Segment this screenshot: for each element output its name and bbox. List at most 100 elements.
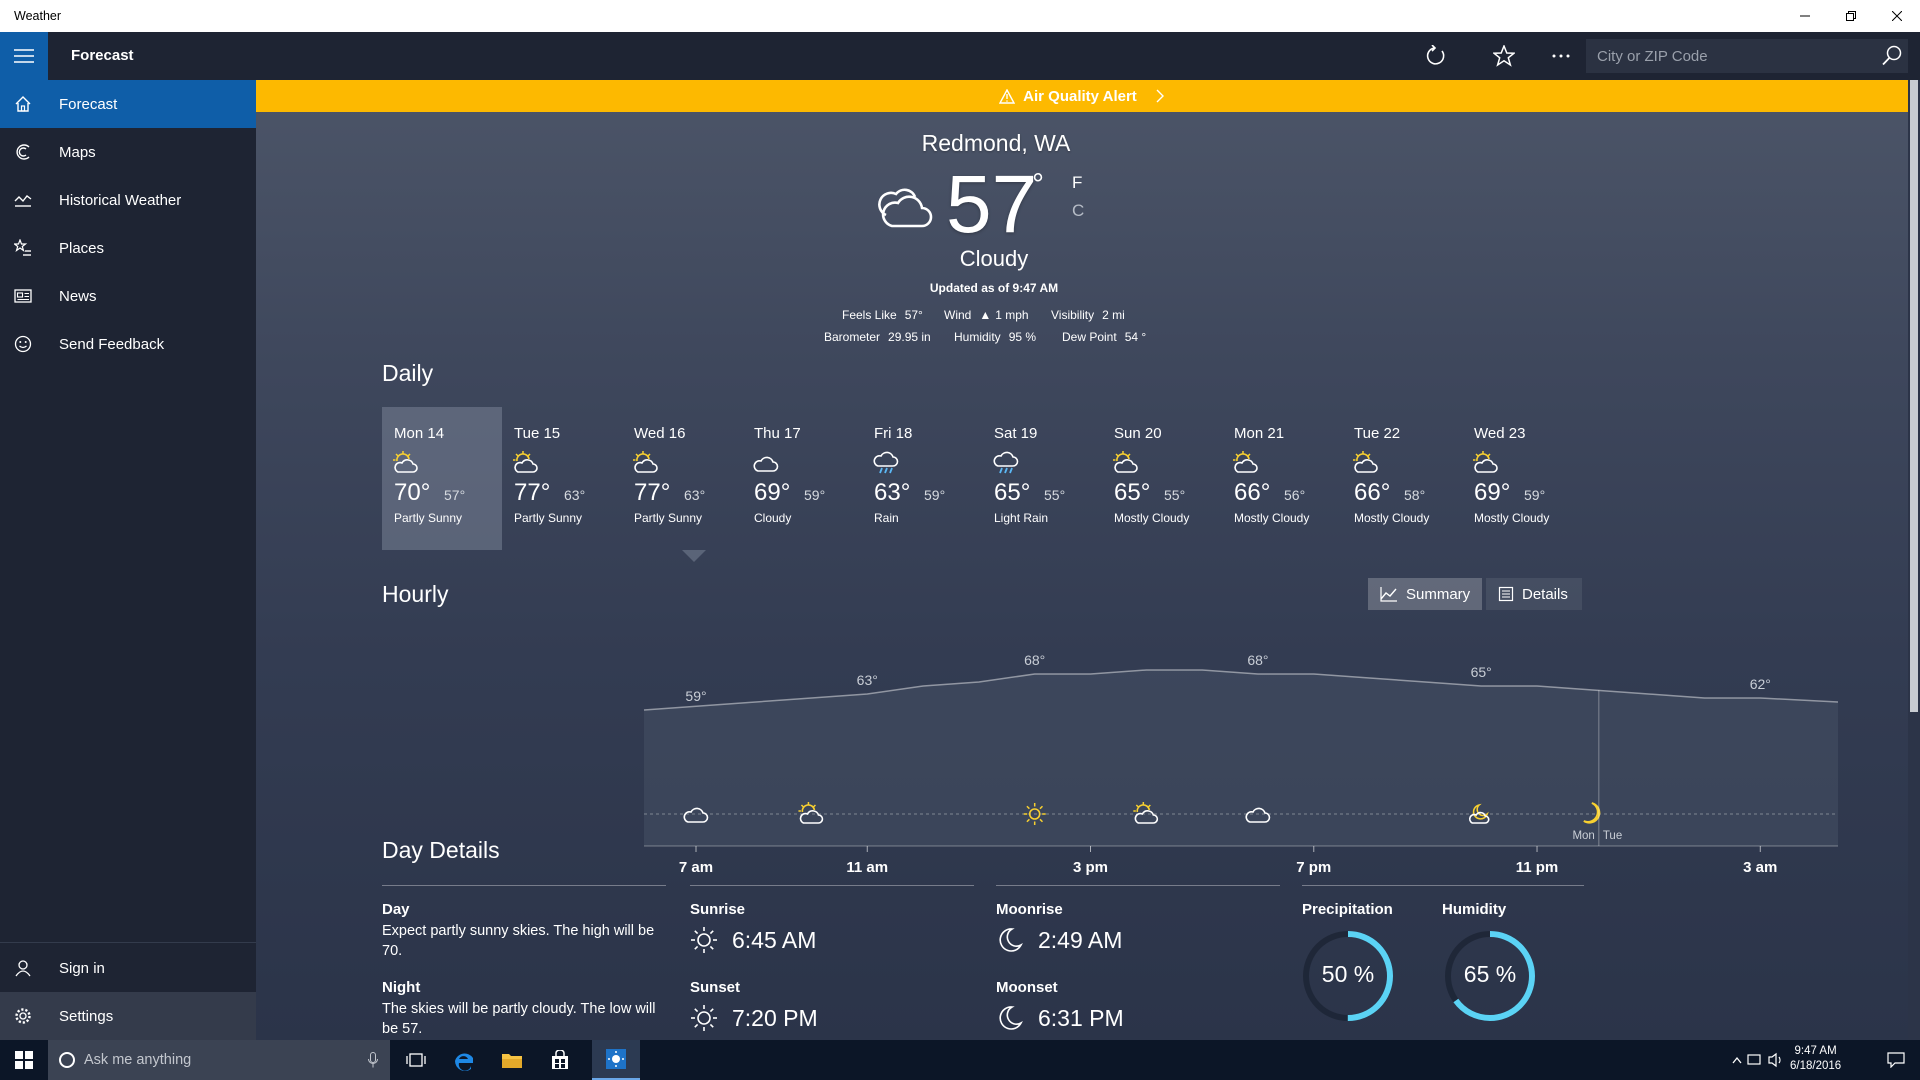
sidebar-item-send-feedback[interactable]: Send Feedback bbox=[0, 320, 256, 368]
day-condition: Partly Sunny bbox=[514, 511, 583, 525]
page-title: Forecast bbox=[71, 47, 134, 64]
task-view-button[interactable] bbox=[392, 1040, 440, 1080]
forecast-content: Air Quality Alert Redmond, WA 57 ° F C C… bbox=[256, 80, 1920, 1040]
cloudy-icon bbox=[878, 188, 933, 228]
unit-celsius-toggle[interactable]: C bbox=[1072, 201, 1084, 221]
stat-dew-point: Dew Point 54 ° bbox=[1062, 330, 1146, 344]
day-high-temp: 63° bbox=[874, 479, 911, 506]
temperature-value-label: 62° bbox=[1750, 676, 1771, 692]
summary-toggle-button[interactable]: Summary bbox=[1368, 578, 1482, 610]
day-label: Day bbox=[382, 901, 410, 918]
daily-heading: Daily bbox=[382, 360, 434, 386]
sidebar-item-forecast[interactable]: Forecast bbox=[0, 80, 256, 128]
cortana-search-box[interactable]: Ask me anything bbox=[48, 1040, 390, 1080]
daily-forecast-day[interactable]: Wed 16 77° 63° Partly Sunny bbox=[622, 407, 742, 550]
day-weather-icon bbox=[1233, 450, 1259, 480]
daily-forecast-day[interactable]: Thu 17 69° 59° Cloudy bbox=[742, 407, 862, 550]
sidebar-item-maps[interactable]: Maps bbox=[0, 128, 256, 176]
precipitation-value: 50 % bbox=[1321, 961, 1375, 987]
stat-label: Humidity bbox=[954, 330, 1001, 344]
day-low-temp: 55° bbox=[1164, 487, 1186, 503]
stat-label: Dew Point bbox=[1062, 330, 1117, 344]
temperature-value-label: 65° bbox=[1471, 664, 1492, 680]
day-name: Thu 17 bbox=[754, 425, 801, 442]
humidity-label: Humidity bbox=[1442, 901, 1507, 918]
scrollbar-thumb[interactable] bbox=[1910, 80, 1918, 712]
taskbar: Ask me anything 9:47 AM 6/18/2016 bbox=[0, 1040, 1920, 1080]
temperature-value-label: 59° bbox=[685, 688, 706, 704]
day-name: Sun 20 bbox=[1114, 425, 1162, 442]
weather-taskbar-button[interactable] bbox=[592, 1040, 640, 1080]
hourly-heading: Hourly bbox=[382, 581, 449, 607]
window-titlebar: Weather bbox=[0, 0, 1920, 32]
daily-forecast-day[interactable]: Mon 21 66° 56° Mostly Cloudy bbox=[1222, 407, 1342, 550]
moonset-icon bbox=[999, 1006, 1023, 1030]
day-low-temp: 59° bbox=[924, 487, 946, 503]
hamburger-icon bbox=[14, 49, 34, 63]
sidebar-item-label: Forecast bbox=[59, 95, 118, 113]
windows-logo-icon bbox=[15, 1051, 33, 1069]
clock-time: 9:47 AM bbox=[1794, 1045, 1837, 1057]
night-label: Night bbox=[382, 979, 421, 996]
hamburger-menu-button[interactable] bbox=[0, 32, 48, 80]
favorite-button[interactable] bbox=[1492, 44, 1516, 68]
daily-forecast-day[interactable]: Fri 18 63° 59° Rain bbox=[862, 407, 982, 550]
partly-sunny-icon bbox=[633, 451, 658, 473]
day-name: Wed 23 bbox=[1474, 425, 1526, 442]
sidebar-item-label: Settings bbox=[59, 1007, 114, 1025]
taskbar-clock[interactable]: 9:47 AM 6/18/2016 bbox=[1790, 1044, 1841, 1074]
refresh-button[interactable] bbox=[1424, 44, 1448, 68]
sidebar-item-historical-weather[interactable]: Historical Weather bbox=[0, 176, 256, 224]
sidebar-item-places[interactable]: Places bbox=[0, 224, 256, 272]
search-input[interactable] bbox=[1597, 40, 1867, 72]
daily-forecast-day[interactable]: Sun 20 65° 55° Mostly Cloudy bbox=[1102, 407, 1222, 550]
cloudy-icon bbox=[753, 456, 779, 472]
day-description: Expect partly sunny skies. The high will… bbox=[382, 923, 655, 959]
system-tray-icons[interactable] bbox=[1730, 1040, 1786, 1080]
partly-sunny-icon bbox=[1233, 451, 1258, 473]
sidebar-item-sign-in[interactable]: Sign in bbox=[0, 944, 256, 992]
sidebar-item-settings[interactable]: Settings bbox=[0, 992, 256, 1040]
more-options-button[interactable] bbox=[1549, 44, 1573, 68]
store-taskbar-button[interactable] bbox=[536, 1040, 584, 1080]
daily-forecast-day[interactable]: Tue 22 66° 58° Mostly Cloudy bbox=[1342, 407, 1462, 550]
minimize-button[interactable] bbox=[1782, 0, 1828, 32]
day-condition: Cloudy bbox=[754, 511, 792, 525]
start-button[interactable] bbox=[0, 1040, 48, 1080]
day-high-temp: 77° bbox=[634, 479, 671, 506]
restore-button[interactable] bbox=[1828, 0, 1874, 32]
folder-icon bbox=[502, 1054, 522, 1068]
daily-forecast-day[interactable]: Wed 23 69° 59° Mostly Cloudy bbox=[1462, 407, 1582, 550]
moonrise-icon bbox=[999, 928, 1023, 952]
day-weather-icon bbox=[513, 450, 539, 480]
action-center-button[interactable] bbox=[1876, 1040, 1916, 1080]
daily-forecast-day[interactable]: Tue 15 77° 63° Partly Sunny bbox=[502, 407, 622, 550]
city-name: Redmond, WA bbox=[921, 130, 1071, 156]
sidebar-item-label: News bbox=[59, 287, 97, 305]
close-button[interactable] bbox=[1874, 0, 1920, 32]
air-quality-alert-banner[interactable]: Air Quality Alert bbox=[256, 80, 1908, 112]
stat-label: Barometer bbox=[824, 330, 881, 344]
store-icon bbox=[552, 1050, 568, 1069]
more-icon bbox=[1552, 54, 1570, 58]
day-divider-label: Tue bbox=[1603, 830, 1622, 842]
edge-taskbar-button[interactable] bbox=[440, 1040, 488, 1080]
minimize-icon bbox=[1800, 15, 1810, 17]
selected-day-pointer bbox=[682, 550, 706, 562]
divider bbox=[1302, 885, 1584, 886]
sidebar-item-news[interactable]: News bbox=[0, 272, 256, 320]
wind-direction-icon: ▲ bbox=[979, 308, 992, 322]
file-explorer-taskbar-button[interactable] bbox=[488, 1040, 536, 1080]
stat-value: 29.95 in bbox=[888, 330, 931, 344]
daily-forecast-day[interactable]: Mon 14 70° 57° Partly Sunny bbox=[382, 407, 502, 550]
search-button[interactable] bbox=[1881, 45, 1903, 72]
daily-forecast-day[interactable]: Sat 19 65° 55° Light Rain bbox=[982, 407, 1102, 550]
close-icon bbox=[1892, 11, 1902, 21]
unit-fahrenheit-toggle[interactable]: F bbox=[1072, 173, 1082, 193]
star-icon bbox=[1493, 45, 1515, 67]
vertical-scrollbar[interactable] bbox=[1908, 80, 1920, 1040]
day-high-temp: 65° bbox=[994, 479, 1031, 506]
x-tick-label: 11 pm bbox=[1516, 859, 1559, 876]
details-toggle-button[interactable]: Details bbox=[1486, 578, 1582, 610]
historical-icon bbox=[0, 191, 46, 209]
